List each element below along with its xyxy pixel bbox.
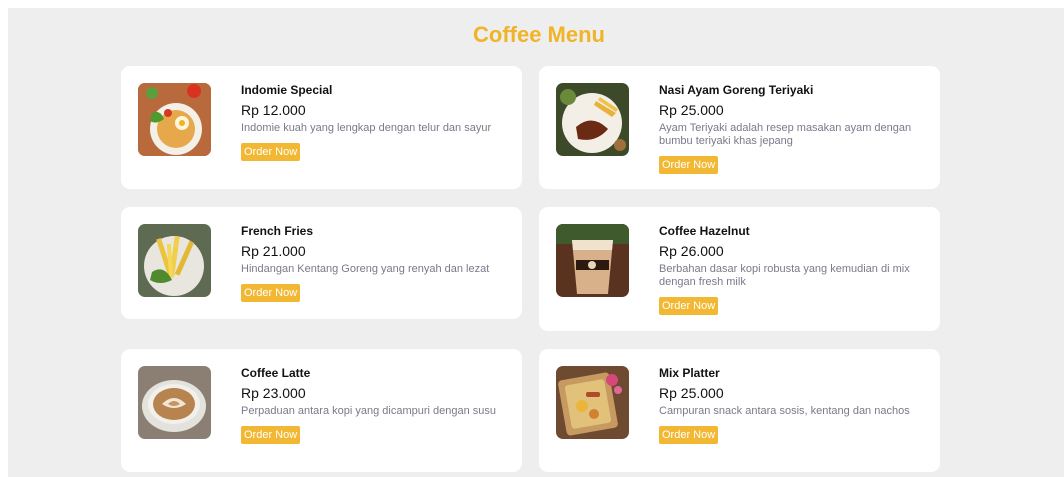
item-price: Rp 21.000 [241,243,306,259]
item-name: Coffee Latte [241,366,311,380]
snack-platter-icon [556,366,629,439]
order-now-button[interactable]: Order Now [241,426,301,444]
item-description: Perpaduan antara kopi yang dicampuri den… [241,405,497,417]
item-description: Hindangan Kentang Goreng yang renyah dan… [241,263,490,275]
menu-card-nasi-ayam-goreng-teriyaki: Nasi Ayam Goreng Teriyaki Rp 25.000 Ayam… [539,66,940,189]
latte-cup-icon [138,366,211,439]
fries-plate-icon [138,224,211,297]
item-name: Mix Platter [659,366,720,380]
item-description: Indomie kuah yang lengkap dengan telur d… [241,122,492,134]
menu-page: Coffee Menu Indomie Special Rp 12.000 In… [8,8,1064,477]
item-price: Rp 25.000 [659,102,724,118]
iced-coffee-icon [556,224,629,297]
item-name: Nasi Ayam Goreng Teriyaki [659,83,814,97]
item-name: French Fries [241,224,314,238]
order-now-button[interactable]: Order Now [241,143,301,161]
item-price: Rp 23.000 [241,385,306,401]
teriyaki-plate-icon [556,83,629,156]
menu-card-coffee-latte: Coffee Latte Rp 23.000 Perpaduan antara … [121,349,522,472]
item-description: Campuran snack antara sosis, kentang dan… [659,405,910,417]
item-description: Ayam Teriyaki adalah resep masakan ayam … [659,122,912,147]
order-now-button[interactable]: Order Now [659,297,719,315]
page-title: Coffee Menu [473,22,605,47]
menu-card-mix-platter: Mix Platter Rp 25.000 Campuran snack ant… [539,349,940,472]
item-price: Rp 26.000 [659,243,724,259]
order-now-button[interactable]: Order Now [659,156,719,174]
menu-card-coffee-hazelnut: Coffee Hazelnut Rp 26.000 Berbahan dasar… [539,207,940,331]
noodle-plate-icon [138,83,211,156]
item-price: Rp 12.000 [241,102,306,118]
item-name: Coffee Hazelnut [659,224,750,238]
menu-card-indomie-special: Indomie Special Rp 12.000 Indomie kuah y… [121,66,522,189]
menu-card-french-fries: French Fries Rp 21.000 Hindangan Kentang… [121,207,522,319]
item-description: Berbahan dasar kopi robusta yang kemudia… [659,263,910,288]
item-price: Rp 25.000 [659,385,724,401]
item-name: Indomie Special [241,83,333,97]
order-now-button[interactable]: Order Now [659,426,719,444]
order-now-button[interactable]: Order Now [241,284,301,302]
